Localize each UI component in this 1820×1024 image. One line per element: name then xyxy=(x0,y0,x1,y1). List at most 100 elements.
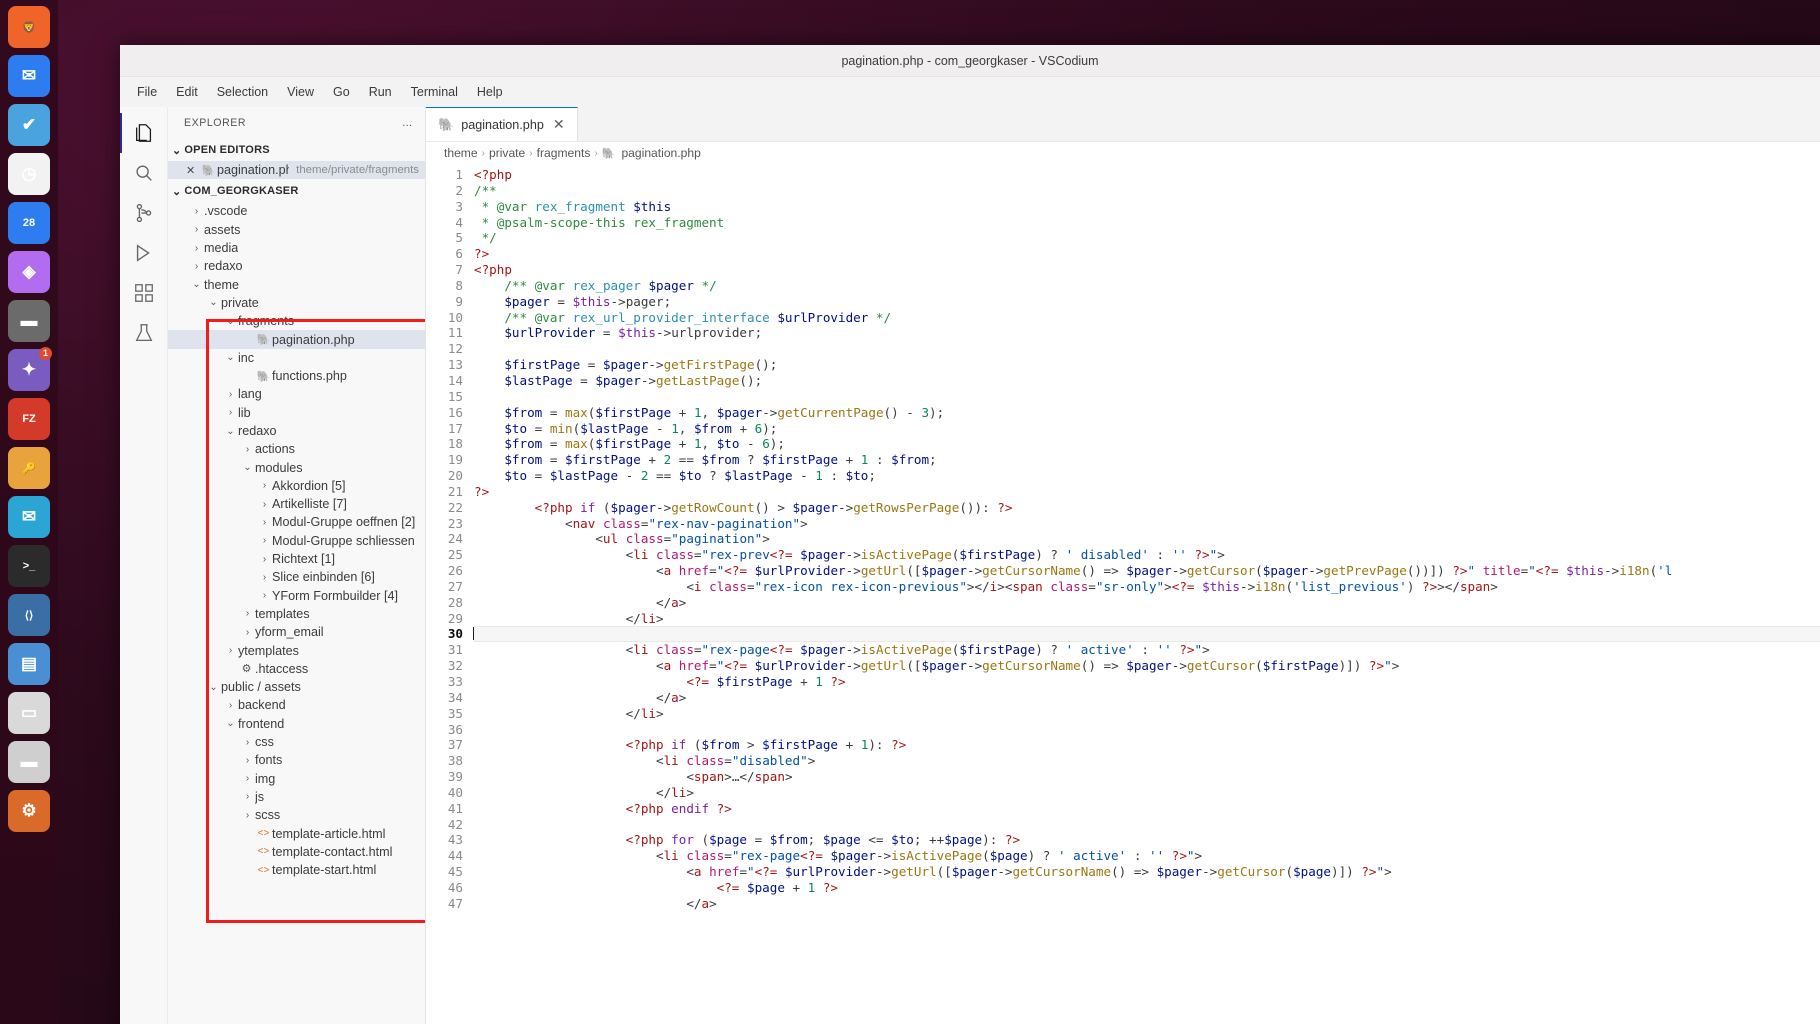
file-tree[interactable]: › .vscode › assets › media › redaxo ⌄ theme ⌄ priva… xyxy=(168,202,425,879)
code-line[interactable]: <?= $page + 1 ?> xyxy=(474,880,1820,896)
activity-bar[interactable] xyxy=(120,107,168,1024)
tree-folder-item[interactable]: › Akkordion [5] xyxy=(168,477,425,495)
calendar-icon[interactable]: 28 xyxy=(8,202,50,244)
chevron-right-icon[interactable]: › xyxy=(240,755,255,766)
code-line[interactable]: /** @var rex_pager $pager */ xyxy=(474,278,1820,294)
tree-folder-item[interactable]: › Modul-Gruppe schliessen [3] xyxy=(168,532,425,550)
tree-folder-item[interactable]: ⌄ fragments xyxy=(168,312,425,330)
code-content[interactable]: <?php/** * @var rex_fragment $this * @ps… xyxy=(473,164,1820,1024)
tree-folder-item[interactable]: › ytemplates xyxy=(168,641,425,659)
tree-file-item[interactable]: <> template-start.html xyxy=(168,861,425,879)
chevron-right-icon[interactable]: › xyxy=(257,572,272,583)
tree-file-item[interactable]: <> template-article.html xyxy=(168,824,425,842)
vscodium-icon[interactable]: ⟨⟩ xyxy=(8,594,50,636)
chevron-down-icon[interactable]: ⌄ xyxy=(223,352,238,363)
code-line[interactable]: </a> xyxy=(474,595,1820,611)
code-line[interactable] xyxy=(474,817,1820,833)
chevron-right-icon[interactable]: › xyxy=(257,517,272,528)
chevron-down-icon[interactable]: ⌄ xyxy=(206,297,221,308)
tree-folder-item[interactable]: › Modul-Gruppe oeffnen [2] xyxy=(168,513,425,531)
code-line[interactable]: $from = max($firstPage + 1, $pager->getC… xyxy=(474,405,1820,421)
close-icon[interactable]: ✕ xyxy=(551,116,567,133)
code-line[interactable]: <?php if ($pager->getRowCount() > $pager… xyxy=(474,500,1820,516)
tree-folder-item[interactable]: › media xyxy=(168,239,425,257)
tree-folder-item[interactable]: ⌄ inc xyxy=(168,349,425,367)
editor-tabbar[interactable]: 🐘 pagination.php ✕ xyxy=(426,107,1820,142)
tree-folder-item[interactable]: › Richtext [1] xyxy=(168,550,425,568)
tree-folder-item[interactable]: ⌄ redaxo xyxy=(168,422,425,440)
tree-folder-item[interactable]: › Slice einbinden [6] xyxy=(168,568,425,586)
chevron-right-icon[interactable]: › xyxy=(223,407,238,418)
tree-folder-item[interactable]: › fonts xyxy=(168,751,425,769)
chevron-down-icon[interactable]: ⌄ xyxy=(240,462,255,473)
chevron-right-icon[interactable]: › xyxy=(240,627,255,638)
code-line[interactable]: </li> xyxy=(474,611,1820,627)
code-line[interactable]: $to = $lastPage - 2 == $to ? $lastPage -… xyxy=(474,468,1820,484)
tree-folder-item[interactable]: ⌄ modules xyxy=(168,458,425,476)
code-line[interactable]: <a href="<?= $urlProvider->getUrl([$page… xyxy=(474,864,1820,880)
tree-folder-item[interactable]: › Artikelliste [7] xyxy=(168,495,425,513)
code-line[interactable]: <li class="disabled"> xyxy=(474,753,1820,769)
code-line[interactable]: <li class="rex-page<?= $pager->isActiveP… xyxy=(474,642,1820,658)
chevron-down-icon[interactable]: ⌄ xyxy=(223,316,238,327)
search-icon[interactable] xyxy=(120,153,168,193)
chevron-down-icon[interactable]: ⌄ xyxy=(223,426,238,437)
gimp-icon[interactable]: ✦ 1 xyxy=(8,347,52,391)
chevron-right-icon[interactable]: › xyxy=(240,791,255,802)
disk-icon[interactable]: ▬ xyxy=(8,741,50,783)
clock-icon[interactable]: ◷ xyxy=(8,153,50,195)
settings-icon[interactable]: ⚙ xyxy=(8,790,50,832)
code-line[interactable]: <a href="<?= $urlProvider->getUrl([$page… xyxy=(474,658,1820,674)
chevron-right-icon[interactable]: › xyxy=(257,535,272,546)
chevron-right-icon[interactable]: › xyxy=(240,810,255,821)
menu-edit[interactable]: Edit xyxy=(167,82,207,102)
tree-folder-item[interactable]: › lang xyxy=(168,385,425,403)
tab-pagination-php[interactable]: 🐘 pagination.php ✕ xyxy=(426,107,578,141)
code-line[interactable]: */ xyxy=(474,230,1820,246)
chevron-right-icon[interactable]: › xyxy=(189,224,204,235)
code-line[interactable]: ?> xyxy=(474,246,1820,262)
tree-folder-item[interactable]: › redaxo xyxy=(168,257,425,275)
open-editors-section-header[interactable]: ⌄ OPEN EDITORS xyxy=(168,139,425,161)
code-line[interactable]: $from = $firstPage + 2 == $from ? $first… xyxy=(474,452,1820,468)
tree-folder-item[interactable]: › actions xyxy=(168,440,425,458)
code-line[interactable]: $to = min($lastPage - 1, $from + 6); xyxy=(474,421,1820,437)
application-dock[interactable]: 🦁 ✉ ✔ ◷ 28 ◈ ▬ ✦ 1 FZ 🔑 ✉ >_ ⟨⟩ ▤ ▭ ▬ ⚙ xyxy=(0,0,58,1024)
code-line[interactable]: $lastPage = $pager->getLastPage(); xyxy=(474,373,1820,389)
chevron-right-icon[interactable]: › xyxy=(240,737,255,748)
chevron-right-icon[interactable]: › xyxy=(223,389,238,400)
tree-folder-item[interactable]: › assets xyxy=(168,221,425,239)
code-line[interactable]: /** @var rex_url_provider_interface $url… xyxy=(474,310,1820,326)
tree-folder-item[interactable]: ⌄ public / assets xyxy=(168,678,425,696)
tree-folder-item[interactable]: › css xyxy=(168,733,425,751)
breadcrumb-segment[interactable]: theme xyxy=(444,146,478,160)
code-line[interactable]: $firstPage = $pager->getFirstPage(); xyxy=(474,357,1820,373)
code-line[interactable]: * @psalm-scope-this rex_fragment xyxy=(474,215,1820,231)
tree-folder-item[interactable]: › backend xyxy=(168,696,425,714)
code-line[interactable]: </li> xyxy=(474,706,1820,722)
code-line[interactable]: <li class="rex-prev<?= $pager->isActiveP… xyxy=(474,547,1820,563)
tree-file-item[interactable]: <> template-contact.html xyxy=(168,843,425,861)
code-line[interactable]: <span>…</span> xyxy=(474,769,1820,785)
chevron-right-icon[interactable]: › xyxy=(189,243,204,254)
code-line[interactable]: </a> xyxy=(474,896,1820,912)
breadcrumb-segment[interactable]: fragments xyxy=(537,146,591,160)
menu-go[interactable]: Go xyxy=(324,82,359,102)
code-line[interactable]: <li class="rex-page<?= $pager->isActiveP… xyxy=(474,848,1820,864)
tree-folder-item[interactable]: › yform_email xyxy=(168,623,425,641)
code-line[interactable]: <a href="<?= $urlProvider->getUrl([$page… xyxy=(474,563,1820,579)
menubar[interactable]: File Edit Selection View Go Run Terminal Help xyxy=(120,77,1820,107)
open-editors-list[interactable]: ✕🐘pagination.php theme/private/fragments xyxy=(168,161,425,180)
code-line[interactable] xyxy=(474,722,1820,738)
chevron-right-icon[interactable]: › xyxy=(223,700,238,711)
chevron-right-icon[interactable]: › xyxy=(240,608,255,619)
chevron-right-icon[interactable]: › xyxy=(189,261,204,272)
project-section-header[interactable]: ⌄ COM_GEORGKASER xyxy=(168,180,425,202)
tree-folder-item[interactable]: › .vscode xyxy=(168,202,425,220)
code-line[interactable] xyxy=(474,389,1820,405)
source-control-icon[interactable] xyxy=(120,193,168,233)
code-line[interactable]: /** xyxy=(474,183,1820,199)
tree-folder-item[interactable]: ⌄ private xyxy=(168,294,425,312)
chevron-right-icon[interactable]: › xyxy=(257,480,272,491)
chevron-right-icon[interactable]: › xyxy=(257,554,272,565)
